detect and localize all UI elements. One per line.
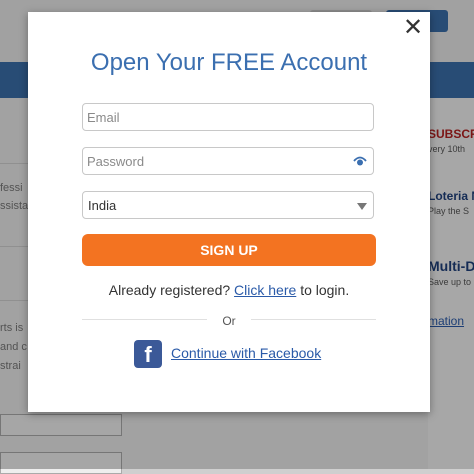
to-login-text: to login. (300, 282, 350, 298)
dropdown-arrow-icon (357, 203, 367, 210)
signup-button[interactable]: SIGN UP (82, 234, 376, 266)
login-link[interactable]: Click here (234, 282, 296, 298)
email-input[interactable] (83, 104, 337, 130)
password-field[interactable] (82, 147, 374, 175)
email-field[interactable] (82, 103, 374, 131)
eye-icon[interactable] (353, 155, 367, 167)
facebook-icon[interactable]: f (134, 340, 162, 368)
or-label: Or (222, 314, 236, 328)
facebook-login-link[interactable]: Continue with Facebook (171, 345, 321, 361)
already-registered-text: Already registered? (108, 282, 231, 298)
already-registered-line: Already registered? Click here to login. (28, 282, 430, 298)
close-icon[interactable]: ✕ (401, 16, 425, 40)
signup-modal: ✕ Open Your FREE Account India SIGN UP A… (28, 12, 430, 412)
country-select[interactable]: India (82, 191, 374, 219)
modal-title: Open Your FREE Account (90, 49, 368, 76)
password-input[interactable] (83, 148, 337, 174)
country-selected-value: India (88, 198, 117, 213)
